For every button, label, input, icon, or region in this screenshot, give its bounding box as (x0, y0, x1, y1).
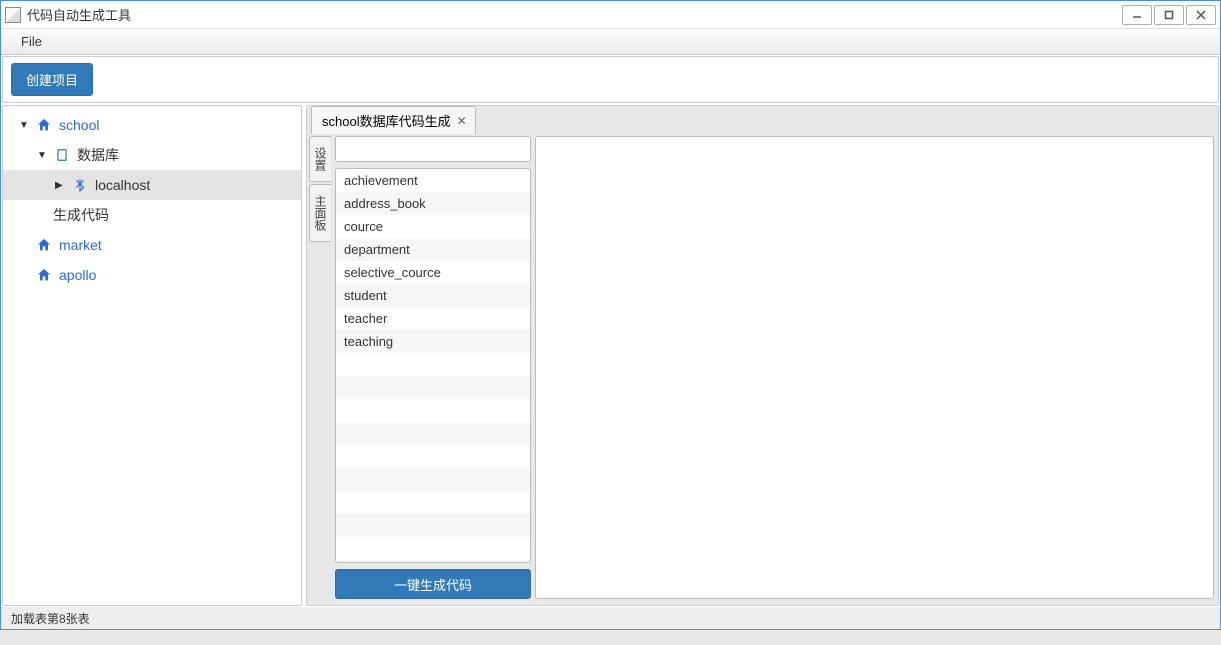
tree-item-generate-code[interactable]: 生成代码 (3, 200, 301, 230)
table-row[interactable]: student (336, 284, 530, 307)
titlebar: 代码自动生成工具 (1, 1, 1220, 29)
toolbar: 创建项目 (2, 56, 1219, 103)
tree-item-localhost[interactable]: ▶ localhost (3, 170, 301, 200)
window-title: 代码自动生成工具 (27, 5, 1120, 24)
content-area: ▼ school ▼ 数据库 ▶ localhost (1, 104, 1220, 607)
bluetooth-icon (71, 176, 89, 194)
vtab-main-panel[interactable]: 主面板 (309, 184, 331, 242)
tree-label: apollo (59, 267, 96, 283)
table-row (336, 537, 530, 560)
tabstrip: school数据库代码生成 ✕ (307, 106, 1218, 134)
tree-label: school (59, 117, 99, 133)
project-tree[interactable]: ▼ school ▼ 数据库 ▶ localhost (2, 105, 302, 606)
statusbar: 加载表第8张表 (1, 607, 1220, 629)
minimize-icon (1132, 10, 1142, 20)
status-text: 加载表第8张表 (11, 610, 90, 627)
tree-item-apollo[interactable]: apollo (3, 260, 301, 290)
generate-code-button[interactable]: 一键生成代码 (335, 569, 531, 599)
menu-file[interactable]: File (15, 32, 48, 51)
tab-school-db-codegen[interactable]: school数据库代码生成 ✕ (311, 106, 476, 134)
minimize-button[interactable] (1122, 5, 1152, 25)
vtab-settings[interactable]: 设置 (309, 136, 331, 182)
main-panel: school数据库代码生成 ✕ 设置 主面板 achievement addre… (306, 105, 1219, 606)
home-icon (35, 266, 53, 284)
tree-item-market[interactable]: market (3, 230, 301, 260)
home-icon (35, 116, 53, 134)
tree-label: 数据库 (77, 145, 119, 165)
close-window-button[interactable] (1186, 5, 1216, 25)
create-project-button[interactable]: 创建项目 (11, 63, 93, 96)
home-icon (35, 236, 53, 254)
window-controls (1120, 5, 1216, 25)
table-row (336, 399, 530, 422)
close-icon[interactable]: ✕ (457, 114, 467, 128)
preview-pane (535, 136, 1214, 599)
tree-item-database[interactable]: ▼ 数据库 (3, 140, 301, 170)
table-row[interactable]: cource (336, 215, 530, 238)
chevron-right-icon: ▶ (55, 180, 67, 191)
desktop-background (0, 630, 1221, 645)
table-row[interactable]: teaching (336, 330, 530, 353)
table-row (336, 491, 530, 514)
menubar: File (1, 29, 1220, 55)
app-icon (5, 7, 21, 23)
table-row (336, 353, 530, 376)
close-icon (1196, 10, 1206, 20)
chevron-down-icon: ▼ (19, 120, 31, 131)
chevron-down-icon: ▼ (37, 150, 49, 161)
table-row[interactable]: selective_cource (336, 261, 530, 284)
table-row (336, 445, 530, 468)
table-row[interactable]: address_book (336, 192, 530, 215)
maximize-icon (1164, 10, 1174, 20)
table-list[interactable]: achievement address_book cource departme… (335, 168, 531, 563)
table-row (336, 422, 530, 445)
maximize-button[interactable] (1154, 5, 1184, 25)
tree-label: market (59, 237, 102, 253)
tab-content: 设置 主面板 achievement address_book cource d… (307, 134, 1218, 605)
table-filter-input[interactable] (335, 136, 531, 162)
database-icon (53, 146, 71, 164)
table-row (336, 514, 530, 537)
table-row (336, 560, 530, 563)
tree-item-school[interactable]: ▼ school (3, 110, 301, 140)
table-selection-pane: achievement address_book cource departme… (335, 136, 531, 599)
table-row (336, 468, 530, 491)
tree-label: 生成代码 (53, 205, 109, 225)
table-row (336, 376, 530, 399)
tree-label: localhost (95, 177, 150, 193)
table-row[interactable]: teacher (336, 307, 530, 330)
table-row[interactable]: achievement (336, 169, 530, 192)
table-row[interactable]: department (336, 238, 530, 261)
vertical-tabs: 设置 主面板 (309, 136, 331, 599)
tab-label: school数据库代码生成 (322, 111, 451, 130)
app-window: 代码自动生成工具 File 创建项目 ▼ (0, 0, 1221, 630)
